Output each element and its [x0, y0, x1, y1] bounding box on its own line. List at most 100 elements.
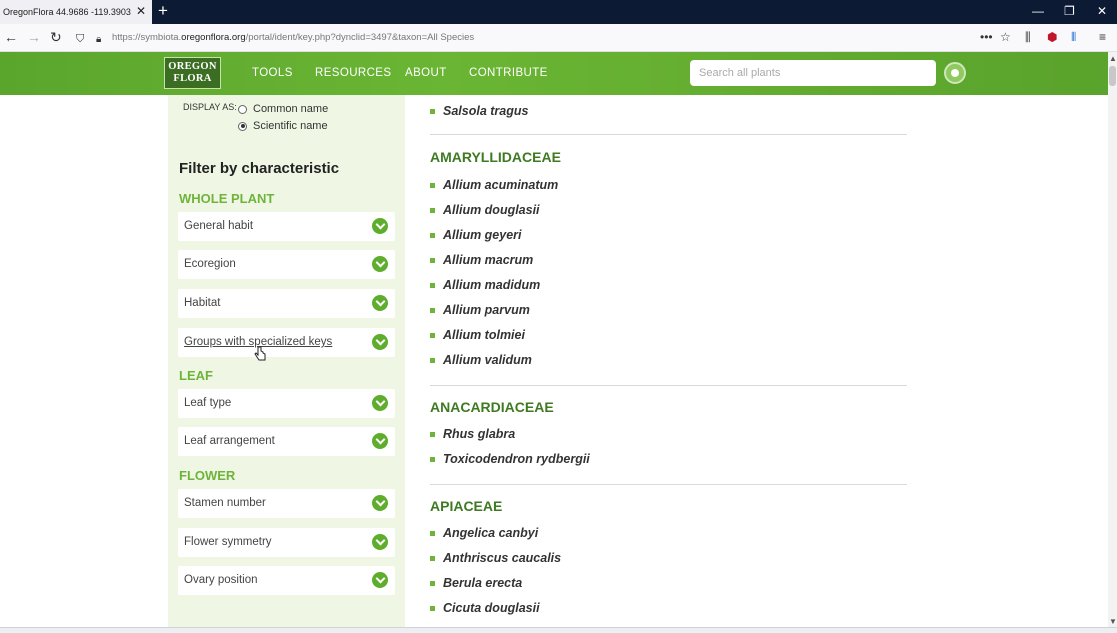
species-item[interactable]: Allium parvum	[430, 303, 530, 317]
filter-habitat[interactable]: Habitat	[178, 289, 395, 318]
bullet-icon	[430, 182, 435, 188]
more-icon[interactable]: •••	[980, 30, 993, 44]
family-heading: ANACARDIACEAE	[430, 399, 554, 415]
species-item[interactable]: Allium madidum	[430, 278, 540, 292]
oregon-flora-logo[interactable]: OREGON FLORA	[164, 57, 221, 89]
chevron-down-icon[interactable]	[372, 295, 388, 311]
species-item[interactable]: Allium acuminatum	[430, 178, 558, 192]
browser-tab[interactable]: OregonFlora 44.9686 -119.39031 w ✕	[0, 0, 152, 24]
radio-common-name[interactable]: Common name	[238, 103, 328, 115]
ublock-icon[interactable]: ⬢	[1047, 30, 1057, 44]
filter-label: General habit	[184, 220, 254, 232]
species-name: Rhus glabra	[443, 427, 516, 441]
filter-specialized-keys[interactable]: Groups with specialized keys	[178, 328, 395, 357]
new-tab-icon[interactable]: +	[158, 2, 168, 20]
chevron-down-icon[interactable]	[372, 395, 388, 411]
bullet-icon	[430, 605, 435, 611]
bullet-icon	[430, 332, 435, 338]
menu-icon[interactable]: ≡	[1099, 30, 1106, 44]
filter-label: Ovary position	[184, 574, 258, 586]
species-item[interactable]: Allium geyeri	[430, 228, 522, 242]
divider	[430, 385, 907, 386]
bullet-icon	[430, 282, 435, 288]
radio-label: Scientific name	[253, 120, 328, 132]
chevron-down-icon[interactable]	[372, 572, 388, 588]
species-item[interactable]: Toxicodendron rydbergii	[430, 452, 590, 466]
filter-leaf-arrangement[interactable]: Leaf arrangement	[178, 427, 395, 456]
filter-leaf-type[interactable]: Leaf type	[178, 389, 395, 418]
bullet-icon	[430, 357, 435, 363]
species-name: Allium douglasii	[443, 203, 540, 217]
species-item[interactable]: Angelica canbyi	[430, 526, 538, 540]
menu-tools[interactable]: TOOLS	[252, 67, 293, 79]
chevron-down-icon[interactable]	[372, 334, 388, 350]
search-input[interactable]: Search all plants	[690, 60, 936, 86]
species-item[interactable]: Salsola tragus	[430, 104, 528, 118]
filter-ecoregion[interactable]: Ecoregion	[178, 250, 395, 279]
species-item[interactable]: Berula erecta	[430, 576, 522, 590]
bullet-icon	[430, 307, 435, 313]
bullet-icon	[430, 257, 435, 263]
filter-flower-symmetry[interactable]: Flower symmetry	[178, 528, 395, 557]
minimize-icon[interactable]: —	[1032, 3, 1044, 19]
species-name: Anthriscus caucalis	[443, 551, 562, 565]
species-name: Cicuta douglasii	[443, 601, 540, 615]
chevron-down-icon[interactable]	[372, 495, 388, 511]
chevron-down-icon[interactable]	[372, 534, 388, 550]
scroll-down-icon[interactable]: ▼	[1109, 617, 1117, 626]
species-name: Allium tolmiei	[443, 328, 525, 342]
chevron-down-icon[interactable]	[372, 433, 388, 449]
radio-scientific-name[interactable]: Scientific name	[238, 120, 328, 132]
species-item[interactable]: Allium validum	[430, 353, 532, 367]
species-name: Berula erecta	[443, 576, 523, 590]
bullet-icon	[430, 108, 435, 114]
menu-contribute[interactable]: CONTRIBUTE	[469, 67, 548, 79]
scrollbar-thumb[interactable]	[1109, 66, 1116, 86]
species-item[interactable]: Anthriscus caucalis	[430, 551, 561, 565]
back-icon[interactable]: ←	[4, 29, 18, 45]
reload-icon[interactable]: ↻	[50, 29, 62, 45]
address-bar[interactable]: https://symbiota.oregonflora.org/portal/…	[112, 32, 474, 43]
display-as-label: DISPLAY AS:	[183, 102, 237, 112]
species-item[interactable]: Rhus glabra	[430, 427, 515, 441]
filter-label: Habitat	[184, 297, 221, 309]
search-button-icon[interactable]	[944, 62, 966, 84]
page-scrollbar[interactable]	[1108, 52, 1117, 628]
extension-icon[interactable]: ⦀	[1071, 30, 1076, 44]
menu-resources[interactable]: RESOURCES	[315, 67, 391, 79]
filter-ovary-position[interactable]: Ovary position	[178, 566, 395, 595]
species-item[interactable]: Allium tolmiei	[430, 328, 525, 342]
bullet-icon	[430, 456, 435, 462]
library-icon[interactable]: ⫼	[1025, 30, 1031, 44]
species-name: Angelica canbyi	[443, 526, 539, 540]
tab-close-icon[interactable]: ✕	[136, 4, 146, 18]
forward-icon[interactable]: →	[27, 29, 41, 45]
chevron-down-icon[interactable]	[372, 218, 388, 234]
tab-title: OregonFlora 44.9686 -119.39031 w	[3, 7, 131, 17]
url-prefix: https://symbiota.	[112, 32, 182, 43]
restore-icon[interactable]: ❐	[1064, 3, 1075, 19]
chevron-down-icon[interactable]	[372, 256, 388, 272]
scroll-up-icon[interactable]: ▲	[1109, 54, 1117, 63]
shield-icon[interactable]: ⛉	[76, 31, 84, 47]
bullet-icon	[430, 555, 435, 561]
species-item[interactable]: Allium macrum	[430, 253, 533, 267]
bullet-icon	[430, 431, 435, 437]
species-item[interactable]: Allium douglasii	[430, 203, 540, 217]
browser-tab-bar: OregonFlora 44.9686 -119.39031 w ✕ + — ❐…	[0, 0, 1117, 24]
logo-line2: FLORA	[173, 73, 212, 84]
url-path: /portal/ident/key.php?dynclid=3497&taxon…	[245, 32, 475, 43]
radio-icon[interactable]	[238, 104, 247, 114]
species-item[interactable]: Cicuta douglasii	[430, 601, 540, 615]
filter-general-habit[interactable]: General habit	[178, 212, 395, 241]
bookmark-star-icon[interactable]: ☆	[1000, 30, 1011, 44]
filter-title: Filter by characteristic	[179, 160, 340, 177]
filter-stamen-number[interactable]: Stamen number	[178, 489, 395, 518]
filter-label: Ecoregion	[184, 258, 236, 270]
species-name: Allium parvum	[443, 303, 530, 317]
species-name: Toxicodendron rydbergii	[443, 452, 590, 466]
family-heading: APIACEAE	[430, 498, 503, 514]
menu-about[interactable]: ABOUT	[405, 67, 447, 79]
radio-selected-icon[interactable]	[238, 121, 247, 131]
close-window-icon[interactable]: ✕	[1097, 3, 1107, 19]
